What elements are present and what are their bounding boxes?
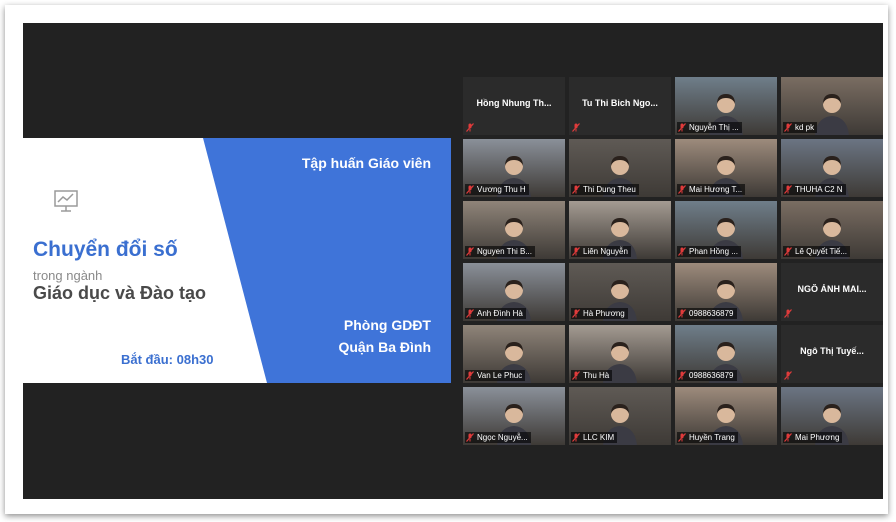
- slide-heading-field: Giáo dục và Đào tạo: [33, 283, 207, 303]
- participant-name-label: Ngọc Nguyễ...: [465, 432, 531, 443]
- microphone-muted-icon: [572, 185, 580, 194]
- participant-name-label: Mai Hương T...: [677, 184, 746, 195]
- slide-heading-sub: trong ngành: [33, 268, 103, 283]
- participant-tile[interactable]: LLC KIM: [569, 387, 671, 445]
- microphone-muted-icon: [678, 371, 686, 380]
- participant-tile[interactable]: 0988636879: [675, 325, 777, 383]
- participant-name-label: Lê Quyết Tiế...: [783, 246, 851, 257]
- participant-tile[interactable]: NGÔ ÁNH MAI...: [781, 263, 883, 321]
- participant-name-label: Hồng Nhung Th...: [476, 98, 552, 108]
- microphone-muted-icon: [572, 371, 580, 380]
- microphone-muted-icon: [784, 247, 792, 256]
- participant-name-label: Huyền Trang: [677, 432, 738, 443]
- microphone-muted-icon: [466, 433, 474, 442]
- presentation-chart-icon: [54, 190, 78, 212]
- microphone-muted-icon: [466, 309, 474, 318]
- microphone-muted-icon: [678, 433, 686, 442]
- microphone-muted-icon: [784, 185, 792, 194]
- participant-name-label: Van Le Phuc: [465, 370, 526, 381]
- participant-name-label: Thi Dung Theu: [571, 184, 639, 195]
- microphone-muted-icon: [572, 123, 580, 132]
- microphone-muted-icon: [678, 309, 686, 318]
- slide-department-line1: Phòng GDĐT: [343, 317, 431, 333]
- participant-tile[interactable]: Thi Dung Theu: [569, 139, 671, 197]
- participant-tile[interactable]: Mai Phương: [781, 387, 883, 445]
- participant-name-label: THUHA C2 N: [783, 184, 846, 195]
- participant-name-label: Ngô Thị Tuyế...: [800, 346, 864, 356]
- slide-department-line2: Quận Ba Đình: [338, 339, 431, 355]
- microphone-muted-icon: [466, 371, 474, 380]
- microphone-muted-icon: [784, 123, 792, 132]
- participant-tile[interactable]: Anh Đình Hà: [463, 263, 565, 321]
- microphone-muted-icon: [466, 123, 474, 132]
- participant-tile[interactable]: Nguyễn Thị ...: [675, 77, 777, 135]
- microphone-muted-icon: [572, 433, 580, 442]
- participant-tile[interactable]: Ngô Thị Tuyế...: [781, 325, 883, 383]
- microphone-muted-icon: [784, 371, 792, 380]
- microphone-muted-icon: [572, 247, 580, 256]
- participant-tile[interactable]: Thu Hà: [569, 325, 671, 383]
- participant-name-label: Vương Thu H: [465, 184, 529, 195]
- participant-tile[interactable]: Liên Nguyễn: [569, 201, 671, 259]
- participant-name-label: Phan Hồng ...: [677, 246, 741, 257]
- participant-tile[interactable]: Lê Quyết Tiế...: [781, 201, 883, 259]
- microphone-muted-icon: [678, 123, 686, 132]
- microphone-muted-icon: [572, 309, 580, 318]
- participant-name-label: Nguyễn Thị ...: [677, 122, 742, 133]
- participant-tile[interactable]: kd pk: [781, 77, 883, 135]
- participant-tile[interactable]: 0988636879: [675, 263, 777, 321]
- participant-tile[interactable]: Nguyen Thi B...: [463, 201, 565, 259]
- participant-gallery: Hồng Nhung Th... Tu Thi Bich Ngo... Nguyễn…: [463, 77, 885, 445]
- shared-slide[interactable]: Chuyển đổi số trong ngành Giáo dục và Đà…: [23, 138, 451, 383]
- participant-tile[interactable]: Hồng Nhung Th...: [463, 77, 565, 135]
- microphone-muted-icon: [678, 185, 686, 194]
- participant-name-label: Anh Đình Hà: [465, 308, 526, 319]
- participant-tile[interactable]: Hà Phương: [569, 263, 671, 321]
- participant-tile[interactable]: Van Le Phuc: [463, 325, 565, 383]
- microphone-muted-icon: [784, 309, 792, 318]
- participant-tile[interactable]: Phan Hồng ...: [675, 201, 777, 259]
- participant-name-label: Nguyen Thi B...: [465, 246, 535, 257]
- microphone-muted-icon: [466, 185, 474, 194]
- meeting-stage: Chuyển đổi số trong ngành Giáo dục và Đà…: [23, 23, 883, 499]
- microphone-muted-icon: [678, 247, 686, 256]
- slide-training-title: Tập huấn Giáo viên: [301, 155, 431, 171]
- slide-start-time: Bắt đầu: 08h30: [121, 352, 214, 367]
- screenshot-frame: Chuyển đổi số trong ngành Giáo dục và Đà…: [5, 5, 888, 514]
- participant-tile[interactable]: Huyền Trang: [675, 387, 777, 445]
- microphone-muted-icon: [466, 247, 474, 256]
- participant-name-label: NGÔ ÁNH MAI...: [797, 284, 867, 294]
- participant-tile[interactable]: Vương Thu H: [463, 139, 565, 197]
- microphone-muted-icon: [784, 433, 792, 442]
- participant-name-label: Tu Thi Bich Ngo...: [582, 98, 658, 108]
- participant-video-silhouette: [815, 94, 849, 135]
- participant-tile[interactable]: Tu Thi Bich Ngo...: [569, 77, 671, 135]
- participant-tile[interactable]: THUHA C2 N: [781, 139, 883, 197]
- participant-tile[interactable]: Mai Hương T...: [675, 139, 777, 197]
- slide-heading-main: Chuyển đổi số: [33, 238, 178, 261]
- participant-tile[interactable]: Ngọc Nguyễ...: [463, 387, 565, 445]
